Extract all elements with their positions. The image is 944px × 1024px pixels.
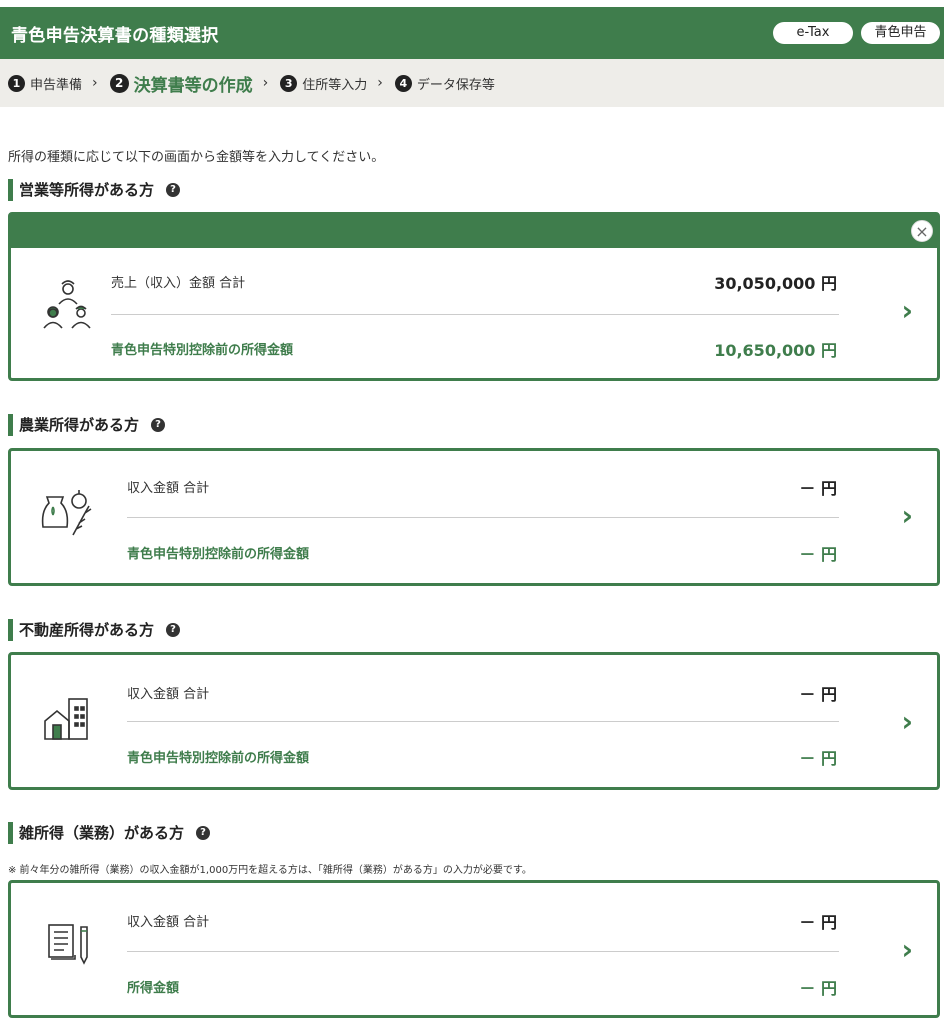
chevron-right-icon[interactable]: › [901,705,913,738]
chevron-right-icon[interactable]: › [901,499,913,532]
section-title-misc-business: 雑所得（業務）がある方 ? [8,822,211,844]
return-type-badge: 青色申告 [861,22,940,44]
step-separator-icon: › [92,75,98,91]
card-body: 収入金額 合計 － 円 青色申告特別控除前の所得金額 － 円 › [11,451,937,583]
section-title-text: 農業所得がある方 [19,416,140,434]
income-before-deduction-label: 青色申告特別控除前の所得金額 [127,751,310,766]
section-title-business: 営業等所得がある方 ? [8,179,181,201]
section-title-text: 不動産所得がある方 [19,621,155,639]
section-title-text: 雑所得（業務）がある方 [19,824,185,842]
agriculture-income-card[interactable]: 収入金額 合計 － 円 青色申告特別控除前の所得金額 － 円 › [8,448,940,586]
help-icon[interactable]: ? [166,183,181,197]
step-2-current: 2 決算書等の作成 [109,71,253,96]
step-3: 3 住所等入力 [280,74,367,93]
section-title-agriculture: 農業所得がある方 ? [8,414,166,436]
section-title-text: 営業等所得がある方 [19,181,155,199]
sales-total-label: 売上（収入）金額 合計 [111,276,246,291]
divider [127,517,839,518]
card-header-bar: × [11,215,937,248]
step-3-label: 住所等入力 [302,77,368,93]
misc-business-income-card[interactable]: 収入金額 合計 － 円 所得金額 － 円 › [8,880,940,1018]
chevron-right-icon[interactable]: › [901,294,913,327]
revenue-total-value: － 円 [799,479,837,498]
step-2-label: 決算書等の作成 [133,75,253,96]
divider [127,721,839,722]
revenue-total-label: 収入金額 合計 [127,481,210,496]
intro-text: 所得の種類に応じて以下の画面から金額等を入力してください。 [8,150,385,165]
app-header: 青色申告決算書の種類選択 e-Tax 青色申告 [0,7,944,59]
step-separator-icon: › [377,75,383,91]
real-estate-building-icon [39,691,97,749]
step-3-number: 3 [280,74,298,92]
farm-produce-icon [39,483,97,541]
revenue-total-value: － 円 [799,913,837,932]
etax-badge: e-Tax [773,22,853,44]
income-amount-label: 所得金額 [127,981,180,996]
business-people-icon [39,276,97,334]
help-icon[interactable]: ? [196,826,211,840]
card-body: 売上（収入）金額 合計 30,050,000 円 青色申告特別控除前の所得金額 … [11,248,937,411]
revenue-total-label: 収入金額 合計 [127,915,210,930]
step-2-number: 2 [109,73,129,93]
step-4: 4 データ保存等 [394,74,495,93]
chevron-right-icon[interactable]: › [901,933,913,966]
page-title: 青色申告決算書の種類選択 [11,26,219,46]
divider [111,314,839,315]
income-before-deduction-value: － 円 [799,749,837,768]
step-4-label: データ保存等 [416,77,495,93]
revenue-total-label: 収入金額 合計 [127,687,210,702]
step-1-number: 1 [8,74,25,92]
revenue-total-value: － 円 [799,685,837,704]
card-body: 収入金額 合計 － 円 青色申告特別控除前の所得金額 － 円 › [11,655,937,787]
real-estate-income-card[interactable]: 収入金額 合計 － 円 青色申告特別控除前の所得金額 － 円 › [8,652,940,790]
income-amount-value: － 円 [799,979,837,998]
sales-total-value: 30,050,000 円 [714,274,837,293]
business-income-card[interactable]: × 売上（収入）金額 合計 30,050,000 円 青色申告特別控除前の所得金… [8,212,940,381]
close-icon[interactable]: × [911,220,933,242]
misc-income-note: ※ 前々年分の雑所得（業務）の収入金額が1,000万円を超える方は、「雑所得（業… [8,865,532,876]
step-separator-icon: › [262,75,269,91]
step-progress: 1 申告準備 › 2 決算書等の作成 › 3 住所等入力 › 4 データ保存等 [0,59,944,107]
step-1-label: 申告準備 [30,77,83,93]
section-title-real-estate: 不動産所得がある方 ? [8,619,181,641]
divider [127,951,839,952]
help-icon[interactable]: ? [151,418,166,432]
income-before-deduction-label: 青色申告特別控除前の所得金額 [127,547,310,562]
income-before-deduction-value: － 円 [799,545,837,564]
help-icon[interactable]: ? [166,623,181,637]
card-body: 収入金額 合計 － 円 所得金額 － 円 › [11,883,937,1015]
step-4-number: 4 [394,74,412,92]
income-before-deduction-label: 青色申告特別控除前の所得金額 [111,343,294,358]
income-before-deduction-value: 10,650,000 円 [714,341,837,360]
step-1: 1 申告準備 [8,74,82,93]
document-pen-icon [39,917,97,975]
